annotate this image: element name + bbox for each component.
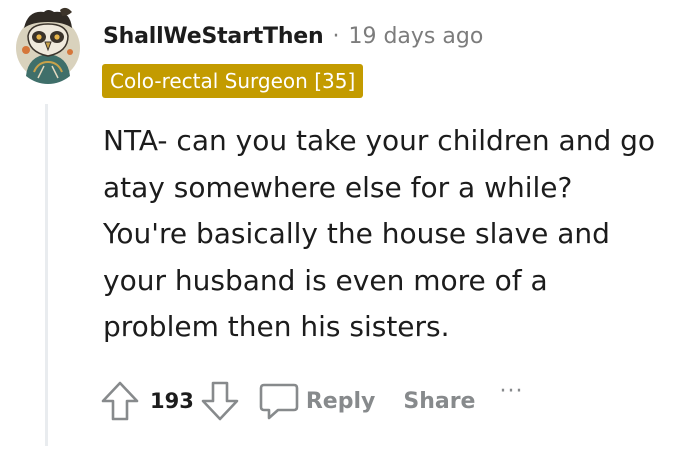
comment-body-line: NTA- can you take your children and go	[103, 124, 656, 157]
separator-dot: ·	[332, 23, 340, 49]
comment-actions-bar: 193 Reply Share ···	[96, 377, 523, 425]
more-options-icon: ···	[499, 378, 524, 404]
comment-body-line: your husband is even more of a	[103, 263, 548, 297]
user-flair-badge: Colo-rectal Surgeon [35]	[102, 64, 364, 98]
downvote-arrow-icon	[201, 381, 239, 421]
user-avatar[interactable]	[14, 6, 82, 88]
thread-line[interactable]	[45, 104, 48, 446]
upvote-button[interactable]	[96, 377, 144, 425]
share-button[interactable]: Share	[403, 389, 475, 414]
comment-body-line: problem then his sisters.	[103, 310, 450, 343]
comment-header: ShallWeStartThen · 19 days ago	[103, 19, 483, 53]
downvote-button[interactable]	[196, 377, 244, 425]
upvote-arrow-icon	[101, 381, 139, 421]
timestamp-link[interactable]: 19 days ago	[348, 24, 483, 49]
owl-avatar-icon	[16, 7, 80, 84]
comment-body: NTA- can you take your children and go a…	[103, 118, 693, 351]
comment-body-line: atay somewhere else for a while?	[103, 170, 573, 204]
speech-bubble-icon	[259, 383, 299, 420]
share-label: Share	[403, 388, 476, 414]
comment-body-line: You're basically the house slave and	[103, 217, 610, 250]
more-options-button[interactable]: ···	[499, 379, 523, 404]
reply-label: Reply	[305, 388, 376, 414]
comment: ShallWeStartThen · 19 days ago Colo-rect…	[0, 0, 700, 451]
vote-score: 193	[150, 389, 194, 413]
reply-button[interactable]: Reply	[258, 381, 376, 421]
username-link[interactable]: ShallWeStartThen	[103, 24, 324, 49]
